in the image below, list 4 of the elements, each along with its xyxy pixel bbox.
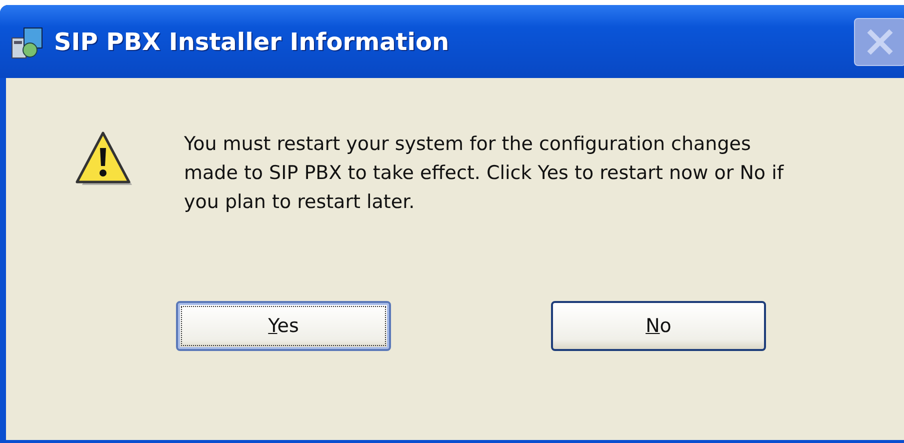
window-title: SIP PBX Installer Information (54, 28, 450, 56)
message-text: You must restart your system for the configuration changes made to SIP PBX to take effect. Click Yes to restart now or No if you plan to restart later. (184, 132, 785, 215)
yes-button[interactable]: Yes (176, 301, 391, 351)
no-button[interactable]: No (551, 301, 766, 351)
